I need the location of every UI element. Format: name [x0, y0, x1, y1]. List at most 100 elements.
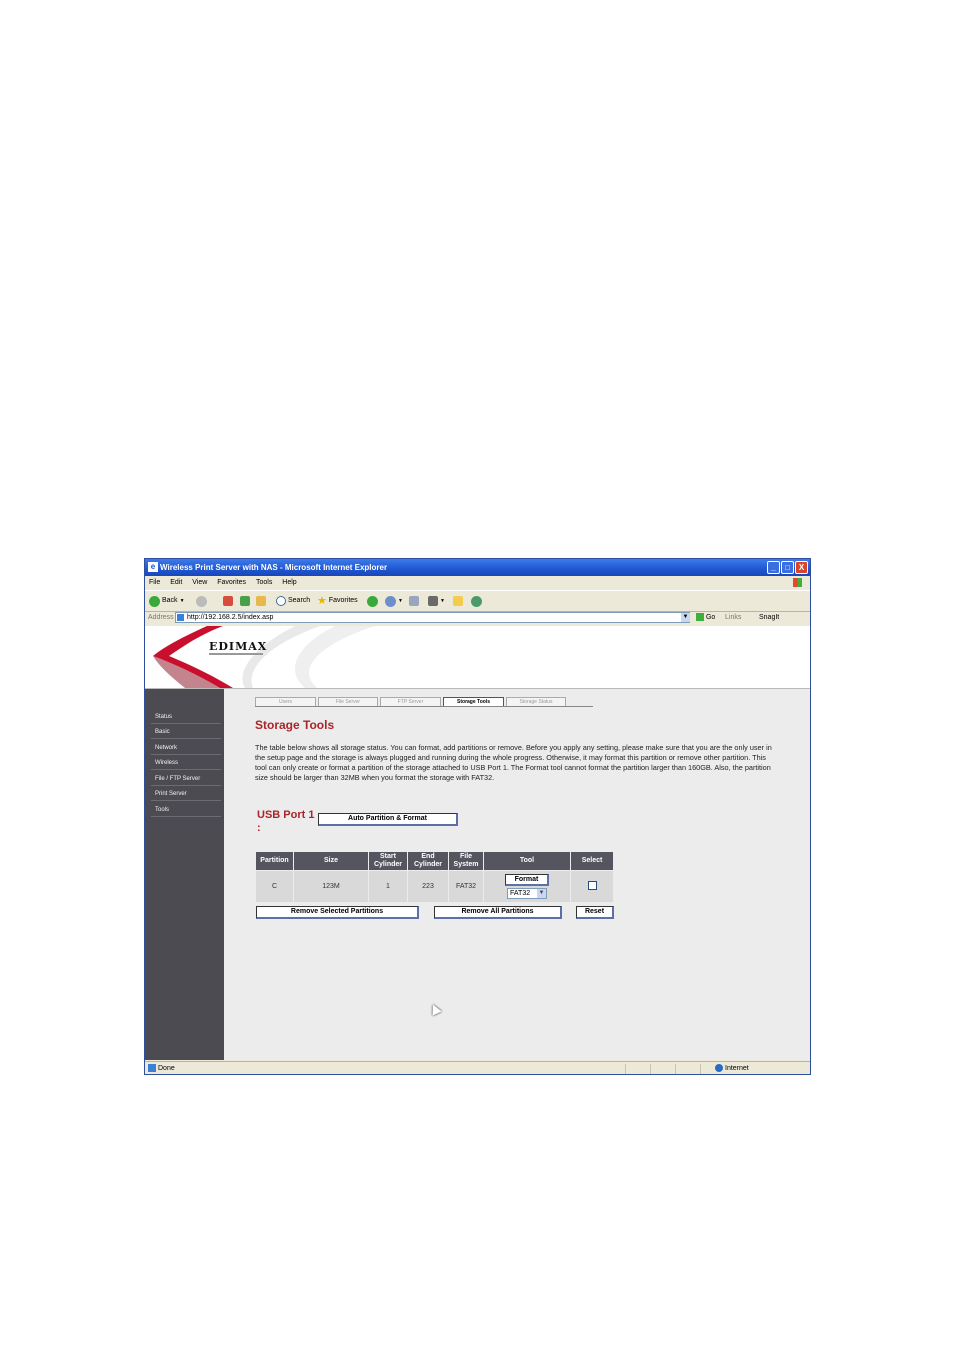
minimize-button[interactable]: _	[767, 561, 780, 574]
status-text: Done	[158, 1065, 175, 1072]
sidebar-item-tools[interactable]: Tools	[151, 803, 221, 817]
menu-view[interactable]: View	[192, 579, 207, 586]
sidebar-item-wireless[interactable]: Wireless	[151, 756, 221, 770]
search-button[interactable]: Search	[276, 591, 310, 611]
back-button[interactable]: Back ▼	[149, 591, 185, 611]
header-start-cylinder: Start Cylinder	[368, 851, 408, 871]
zone-text: Internet	[725, 1065, 749, 1072]
page-icon	[177, 614, 184, 621]
refresh-button[interactable]	[240, 591, 250, 611]
tab-storage-status[interactable]: Storage Status	[506, 697, 566, 706]
mail-button[interactable]: ▼	[385, 591, 403, 611]
messenger-icon	[471, 595, 482, 607]
header-file-system: File System	[448, 851, 484, 871]
table-row: C 123M 1 223 FAT32 Format FAT32 ▼	[255, 870, 614, 903]
status-separator	[675, 1064, 676, 1074]
edit-button[interactable]: ▼	[428, 591, 445, 611]
search-icon	[276, 596, 286, 606]
snagit-label: SnagIt	[759, 614, 780, 621]
usb-port-label: USB Port 1 :	[257, 809, 315, 834]
sidebar-item-network[interactable]: Network	[151, 741, 221, 755]
header-partition: Partition	[255, 851, 294, 871]
header-select: Select	[570, 851, 614, 871]
menu-file[interactable]: File	[149, 579, 160, 586]
auto-partition-format-button[interactable]: Auto Partition & Format	[318, 813, 458, 826]
menu-edit[interactable]: Edit	[170, 579, 182, 586]
table-header-row: Partition Size Start Cylinder End Cylind…	[255, 851, 614, 871]
close-button[interactable]: X	[795, 561, 808, 574]
page-title: Storage Tools	[255, 718, 335, 732]
status-zone: Internet	[715, 1062, 749, 1074]
remove-all-partitions-button[interactable]: Remove All Partitions	[434, 906, 562, 919]
history-icon	[367, 595, 378, 607]
edit-dropdown-icon: ▼	[440, 598, 445, 604]
favorites-button[interactable]: ★ Favorites	[317, 591, 358, 611]
back-label: Back	[162, 597, 178, 604]
page-done-icon	[148, 1064, 156, 1073]
sidebar-item-status[interactable]: Status	[151, 710, 221, 724]
status-separator	[625, 1064, 626, 1074]
partition-table: Partition Size Start Cylinder End Cylind…	[255, 851, 614, 903]
back-arrow-icon	[149, 595, 160, 607]
mail-dropdown-icon: ▼	[398, 598, 403, 604]
cell-tool: Format FAT32 ▼	[483, 870, 571, 903]
remove-selected-partitions-button[interactable]: Remove Selected Partitions	[256, 906, 419, 919]
menu-bar: File Edit View Favorites Tools Help	[145, 576, 810, 589]
address-input[interactable]: http://192.168.2.5/index.asp	[175, 612, 690, 623]
sidebar-item-file-ftp-server[interactable]: File / FTP Server	[151, 772, 221, 786]
reset-button[interactable]: Reset	[576, 906, 614, 919]
menu-tools[interactable]: Tools	[256, 579, 272, 586]
edimax-logo: EDIMAX	[209, 640, 268, 653]
mouse-cursor-icon	[428, 1002, 442, 1016]
swoosh-graphic	[153, 626, 375, 688]
cell-select	[570, 870, 614, 903]
filesystem-select[interactable]: FAT32 ▼	[507, 888, 547, 899]
folder-icon	[453, 596, 463, 606]
print-icon	[409, 596, 419, 606]
header-tool: Tool	[483, 851, 571, 871]
title-bar: e Wireless Print Server with NAS - Micro…	[145, 559, 810, 576]
print-button[interactable]	[409, 591, 419, 611]
tab-users[interactable]: Users	[255, 697, 316, 706]
sidebar-nav: Status Basic Network Wireless File / FTP…	[145, 689, 224, 1060]
select-checkbox[interactable]	[587, 881, 597, 890]
select-dropdown-icon: ▼	[537, 889, 546, 898]
browser-window: e Wireless Print Server with NAS - Micro…	[144, 558, 811, 1075]
go-arrow-icon	[696, 613, 704, 622]
menu-help[interactable]: Help	[282, 579, 296, 586]
star-icon: ★	[317, 595, 327, 607]
status-done: Done	[148, 1062, 175, 1074]
links-button[interactable]: Links	[725, 611, 741, 625]
go-button[interactable]: Go	[696, 611, 715, 625]
tab-file-server[interactable]: File Server	[318, 697, 378, 706]
logo-underline	[209, 653, 263, 655]
history-button[interactable]	[367, 591, 378, 611]
tab-ftp-server[interactable]: FTP Server	[380, 697, 441, 706]
status-separator	[700, 1064, 701, 1074]
windows-logo-icon	[793, 578, 802, 587]
status-separator	[650, 1064, 651, 1074]
header-size: Size	[293, 851, 369, 871]
header-end-cylinder: End Cylinder	[407, 851, 449, 871]
messenger-button[interactable]	[471, 591, 482, 611]
menu-favorites[interactable]: Favorites	[217, 579, 246, 586]
maximize-button[interactable]: □	[781, 561, 794, 574]
sidebar-item-basic[interactable]: Basic	[151, 725, 221, 739]
home-button[interactable]	[256, 591, 266, 611]
tab-storage-tools[interactable]: Storage Tools	[443, 697, 504, 706]
stop-button[interactable]	[223, 591, 233, 611]
format-button[interactable]: Format	[505, 874, 549, 886]
internet-globe-icon	[715, 1064, 723, 1073]
folder-button[interactable]	[453, 591, 463, 611]
tab-underline	[255, 706, 593, 707]
forward-button[interactable]	[196, 591, 207, 611]
back-dropdown-icon: ▼	[179, 598, 185, 604]
sidebar-item-print-server[interactable]: Print Server	[151, 787, 221, 801]
mail-icon	[385, 595, 396, 607]
cell-file-system: FAT32	[448, 870, 484, 903]
snagit-button[interactable]: SnagIt	[759, 611, 779, 625]
stop-icon	[223, 596, 233, 606]
favorites-label: Favorites	[328, 597, 358, 604]
address-dropdown-icon[interactable]: ▼	[681, 613, 690, 622]
cell-size: 123M	[293, 870, 369, 903]
